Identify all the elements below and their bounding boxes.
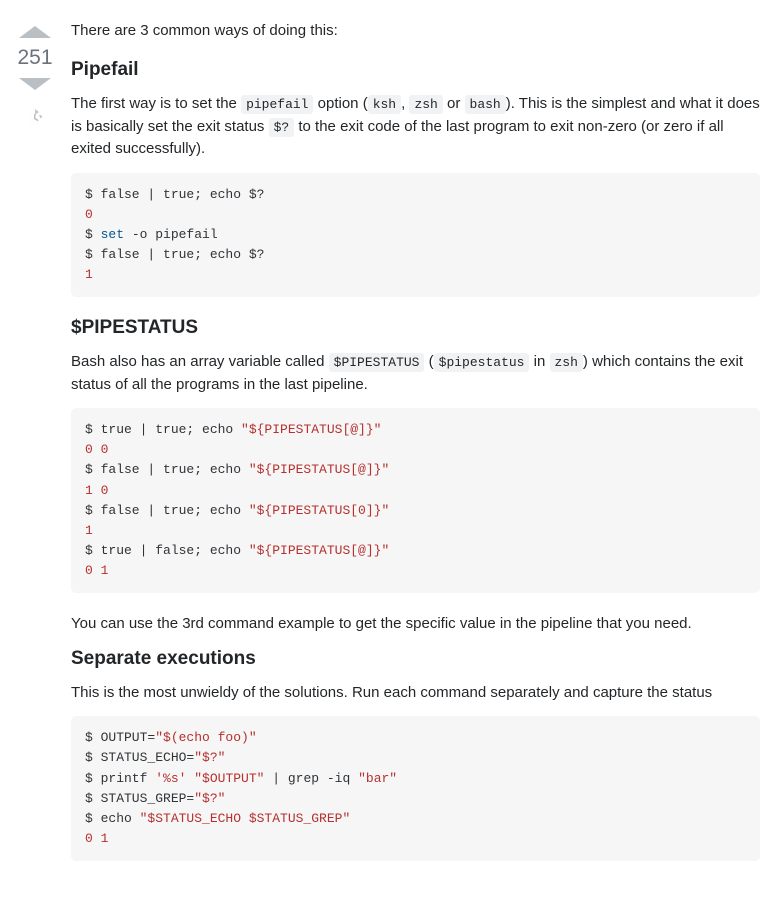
code-string: "$OUTPUT" (194, 771, 264, 786)
code-line: $ printf (85, 771, 155, 786)
vote-column: 251 (15, 20, 55, 128)
text: option ( (313, 95, 367, 112)
upvote-button[interactable] (19, 26, 51, 38)
heading-pipefail: Pipefail (71, 59, 760, 81)
code-keyword: set (101, 227, 124, 242)
code-string: "$?" (194, 750, 225, 765)
code-line: $ false | true; echo (85, 462, 249, 477)
text: or (443, 95, 465, 112)
text: The first way is to set the (71, 95, 241, 112)
text: Bash also has an array variable called (71, 353, 329, 370)
pipestatus-paragraph: Bash also has an array variable called $… (71, 351, 760, 396)
code-string: "$STATUS_ECHO $STATUS_GREP" (140, 811, 351, 826)
code-line: $ false | true; echo $? (85, 247, 264, 262)
answer-body: There are 3 common ways of doing this: P… (71, 20, 760, 881)
code-string: "${PIPESTATUS[@]}" (241, 422, 381, 437)
heading-pipestatus: $PIPESTATUS (71, 317, 760, 339)
code-block-pipestatus: $ true | true; echo "${PIPESTATUS[@]}" 0… (71, 408, 760, 593)
code-line: | grep -iq (264, 771, 358, 786)
code-block-separate: $ OUTPUT="$(echo foo)" $ STATUS_ECHO="$?… (71, 716, 760, 861)
code-line: 0 1 (85, 563, 108, 578)
code-inline: zsh (409, 95, 442, 114)
code-string: "${PIPESTATUS[@]}" (249, 462, 389, 477)
code-line: 1 (85, 523, 93, 538)
code-line: -o pipefail (124, 227, 218, 242)
code-inline: pipefail (241, 95, 313, 114)
code-line: 0 (85, 207, 93, 222)
code-line: 1 0 (85, 483, 108, 498)
code-inline: $? (269, 118, 295, 137)
code-string: '%s' (155, 771, 186, 786)
code-line: $ true | true; echo (85, 422, 241, 437)
code-line: $ false | true; echo (85, 503, 249, 518)
code-line: 0 1 (85, 831, 108, 846)
code-string: "bar" (358, 771, 397, 786)
vote-score: 251 (17, 46, 52, 70)
code-line: $ (85, 227, 101, 242)
code-inline: bash (465, 95, 506, 114)
text: in (529, 353, 549, 370)
downvote-button[interactable] (19, 78, 51, 90)
code-string: "$?" (194, 791, 225, 806)
text: ( (424, 353, 433, 370)
code-inline: $pipestatus (434, 353, 530, 372)
code-inline: zsh (550, 353, 583, 372)
code-string: "$(echo foo)" (155, 730, 256, 745)
pipestatus-note: You can use the 3rd command example to g… (71, 613, 760, 636)
code-line: 0 0 (85, 442, 108, 457)
pipefail-paragraph: The first way is to set the pipefail opt… (71, 93, 760, 161)
code-string: "${PIPESTATUS[@]}" (249, 543, 389, 558)
code-line: $ false | true; echo $? (85, 187, 264, 202)
intro-text: There are 3 common ways of doing this: (71, 20, 760, 41)
heading-separate: Separate executions (71, 648, 760, 670)
code-line: $ true | false; echo (85, 543, 249, 558)
code-line: $ STATUS_GREP= (85, 791, 194, 806)
code-inline: ksh (368, 95, 401, 114)
code-inline: $PIPESTATUS (329, 353, 425, 372)
code-line: $ echo (85, 811, 140, 826)
separate-paragraph: This is the most unwieldy of the solutio… (71, 682, 760, 705)
code-line: 1 (85, 267, 93, 282)
answer-container: 251 There are 3 common ways of doing thi… (15, 20, 760, 881)
code-line: $ STATUS_ECHO= (85, 750, 194, 765)
history-icon[interactable] (25, 108, 45, 128)
code-block-pipefail: $ false | true; echo $? 0 $ set -o pipef… (71, 173, 760, 298)
code-line: $ OUTPUT= (85, 730, 155, 745)
code-string: "${PIPESTATUS[0]}" (249, 503, 389, 518)
